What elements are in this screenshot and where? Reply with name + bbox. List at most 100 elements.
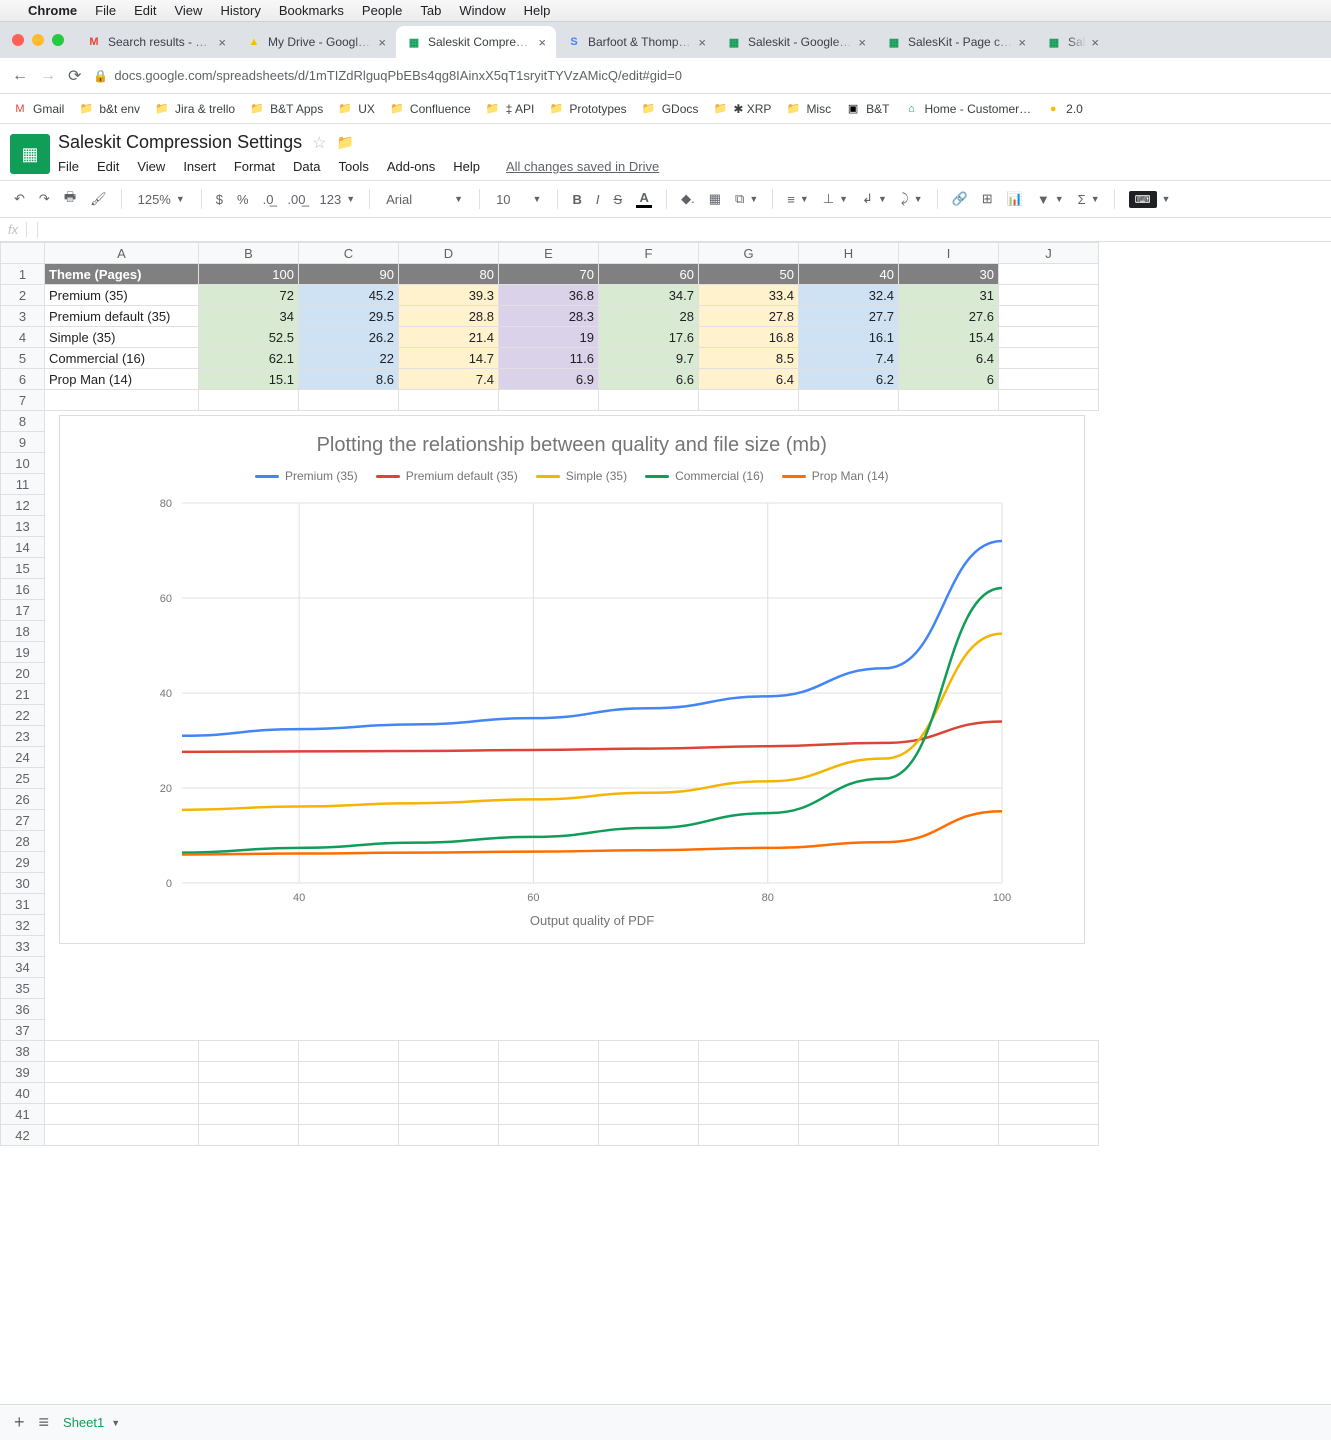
cell[interactable]: 34.7 xyxy=(599,285,699,306)
bookmark-item[interactable]: ⌂Home - Customer… xyxy=(903,101,1031,117)
browser-tab[interactable]: ▦SalesKit - Page counts× xyxy=(876,26,1036,58)
cell[interactable]: 26.2 xyxy=(299,327,399,348)
cell[interactable] xyxy=(999,1041,1099,1062)
row-header[interactable]: 35 xyxy=(1,978,45,999)
cell[interactable] xyxy=(399,1041,499,1062)
cell[interactable]: 62.1 xyxy=(199,348,299,369)
bookmark-item[interactable]: 📁Prototypes xyxy=(548,101,626,117)
add-sheet-button[interactable]: + xyxy=(14,1412,25,1433)
tab-close-button[interactable]: × xyxy=(538,35,546,50)
cell[interactable]: 6.4 xyxy=(899,348,999,369)
doc-menu-item[interactable]: View xyxy=(137,159,165,174)
cell[interactable]: 6.2 xyxy=(799,369,899,390)
cell[interactable] xyxy=(45,390,199,411)
col-header[interactable]: B xyxy=(199,243,299,264)
cell[interactable] xyxy=(699,390,799,411)
back-button[interactable]: ← xyxy=(12,67,28,85)
cell[interactable] xyxy=(499,1062,599,1083)
cell[interactable]: 6.6 xyxy=(599,369,699,390)
row-header[interactable]: 15 xyxy=(1,558,45,579)
cell[interactable] xyxy=(299,1104,399,1125)
chart[interactable]: Plotting the relationship between qualit… xyxy=(59,415,1085,944)
cell[interactable] xyxy=(699,1062,799,1083)
cell[interactable]: 29.5 xyxy=(299,306,399,327)
cell[interactable]: 34 xyxy=(199,306,299,327)
row-header[interactable]: 8 xyxy=(1,411,45,432)
cell[interactable]: 9.7 xyxy=(599,348,699,369)
bookmark-item[interactable]: 📁‡ API xyxy=(485,101,535,117)
chart-container[interactable]: Plotting the relationship between qualit… xyxy=(45,411,1099,1041)
mac-menu-item[interactable]: History xyxy=(220,3,260,18)
cell[interactable]: 28 xyxy=(599,306,699,327)
cell[interactable]: 27.7 xyxy=(799,306,899,327)
cell[interactable] xyxy=(999,390,1099,411)
cell[interactable]: 15.4 xyxy=(899,327,999,348)
row-header[interactable]: 27 xyxy=(1,810,45,831)
cell[interactable]: 19 xyxy=(499,327,599,348)
tab-close-button[interactable]: × xyxy=(698,35,706,50)
bookmark-item[interactable]: 📁Jira & trello xyxy=(154,101,235,117)
redo-button[interactable]: ↷ xyxy=(35,188,54,210)
cell[interactable]: Prop Man (14) xyxy=(45,369,199,390)
cell[interactable] xyxy=(799,1125,899,1146)
cell[interactable] xyxy=(999,1062,1099,1083)
cell[interactable]: 21.4 xyxy=(399,327,499,348)
cell[interactable]: 16.1 xyxy=(799,327,899,348)
mac-menu-item[interactable]: Window xyxy=(459,3,505,18)
row-header[interactable]: 10 xyxy=(1,453,45,474)
cell[interactable] xyxy=(599,1062,699,1083)
borders-button[interactable]: ▦ xyxy=(705,188,725,210)
fill-color-button[interactable]: ◆. xyxy=(677,188,699,210)
browser-tab[interactable]: ▦Sal× xyxy=(1036,26,1109,58)
bookmark-item[interactable]: 📁Confluence xyxy=(389,101,471,117)
cell[interactable] xyxy=(999,327,1099,348)
cell[interactable]: 36.8 xyxy=(499,285,599,306)
cell[interactable] xyxy=(299,1062,399,1083)
doc-title[interactable]: Saleskit Compression Settings xyxy=(58,132,302,153)
cell[interactable] xyxy=(299,1041,399,1062)
cell[interactable] xyxy=(299,1083,399,1104)
cell[interactable]: 22 xyxy=(299,348,399,369)
row-header[interactable]: 39 xyxy=(1,1062,45,1083)
input-tools-button[interactable]: ⌨▼ xyxy=(1125,188,1175,211)
cell[interactable]: 27.8 xyxy=(699,306,799,327)
row-header[interactable]: 42 xyxy=(1,1125,45,1146)
close-window-button[interactable] xyxy=(12,34,24,46)
minimize-window-button[interactable] xyxy=(32,34,44,46)
cell[interactable]: 80 xyxy=(399,264,499,285)
row-header[interactable]: 11 xyxy=(1,474,45,495)
reload-button[interactable]: ⟳ xyxy=(68,66,81,86)
row-header[interactable]: 2 xyxy=(1,285,45,306)
cell[interactable]: 15.1 xyxy=(199,369,299,390)
doc-menu-item[interactable]: Format xyxy=(234,159,275,174)
cell[interactable]: 14.7 xyxy=(399,348,499,369)
zoom-select[interactable]: 125%▼ xyxy=(132,190,191,209)
doc-menu-item[interactable]: Help xyxy=(453,159,480,174)
row-header[interactable]: 36 xyxy=(1,999,45,1020)
cell[interactable]: 90 xyxy=(299,264,399,285)
mac-menu-item[interactable]: Edit xyxy=(134,3,156,18)
cell[interactable] xyxy=(199,390,299,411)
row-header[interactable]: 20 xyxy=(1,663,45,684)
mac-menu-item[interactable]: People xyxy=(362,3,402,18)
cell[interactable] xyxy=(399,1083,499,1104)
cell[interactable] xyxy=(899,1041,999,1062)
halign-button[interactable]: ≡▼ xyxy=(783,189,813,210)
col-header[interactable]: A xyxy=(45,243,199,264)
link-button[interactable]: 🔗 xyxy=(948,188,972,210)
functions-button[interactable]: Σ▼ xyxy=(1074,189,1104,210)
bookmark-item[interactable]: ●2.0 xyxy=(1045,101,1083,117)
col-header[interactable]: D xyxy=(399,243,499,264)
mac-menu-item[interactable]: Chrome xyxy=(28,3,77,18)
row-header[interactable]: 21 xyxy=(1,684,45,705)
row-header[interactable]: 38 xyxy=(1,1041,45,1062)
cell[interactable]: 60 xyxy=(599,264,699,285)
row-header[interactable]: 23 xyxy=(1,726,45,747)
row-header[interactable]: 3 xyxy=(1,306,45,327)
cell[interactable]: 33.4 xyxy=(699,285,799,306)
cell[interactable] xyxy=(699,1125,799,1146)
row-header[interactable]: 25 xyxy=(1,768,45,789)
cell[interactable] xyxy=(45,1062,199,1083)
tab-close-button[interactable]: × xyxy=(378,35,386,50)
cell[interactable] xyxy=(999,306,1099,327)
